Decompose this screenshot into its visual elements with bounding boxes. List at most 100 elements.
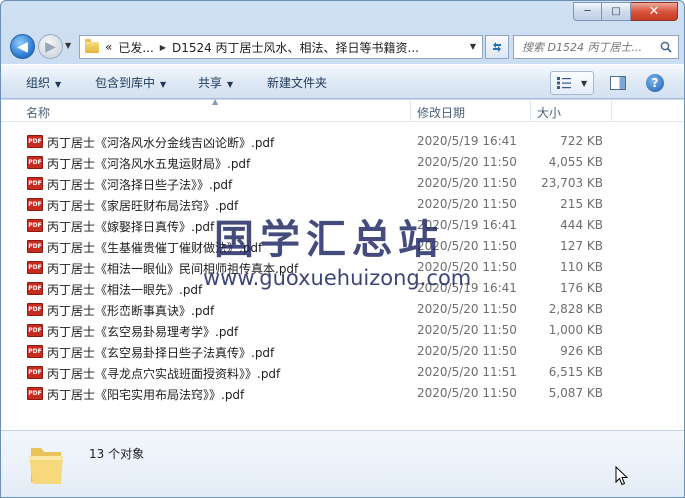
file-row[interactable]: PDF 丙丁居士《生基催贵催丁催财做法》.pdf 2020/5/20 11:50 12… xyxy=(1,236,684,257)
file-size: 5,087 KB xyxy=(548,386,603,400)
file-list-pane: ▲ 名称 修改日期 大小 PDF 丙丁居士《河洛风水分金线吉凶论断》.pdf 202… xyxy=(1,97,684,430)
organize-menu[interactable]: 组织 ▼ xyxy=(26,74,61,91)
file-size: 176 KB xyxy=(560,281,603,295)
address-bar[interactable]: « 已发... ▶ D1524 丙丁居士风水、相法、择日等书籍资... ▼ xyxy=(79,35,483,59)
file-date: 2020/5/20 11:50 xyxy=(417,197,517,211)
caret-down-icon[interactable]: ▼ xyxy=(581,79,587,88)
breadcrumb-current[interactable]: D1524 丙丁居士风水、相法、择日等书籍资... xyxy=(172,39,419,56)
file-row[interactable]: PDF 丙丁居士《玄空易卦择日些子法真传》.pdf 2020/5/20 11:50 9… xyxy=(1,341,684,362)
file-size: 722 KB xyxy=(560,134,603,148)
chevron-right-icon[interactable]: ▶ xyxy=(160,43,166,52)
recent-pages-dropdown[interactable]: ▼ xyxy=(65,41,71,50)
file-name: 丙丁居士《玄空易卦择日些子法真传》.pdf xyxy=(47,346,275,360)
file-name: 丙丁居士《形峦断事真诀》.pdf xyxy=(47,304,215,318)
search-input[interactable] xyxy=(522,40,662,54)
pdf-file-icon: PDF xyxy=(27,345,43,358)
caret-down-icon: ▼ xyxy=(55,80,62,89)
organize-label: 组织 xyxy=(26,76,51,90)
file-row[interactable]: PDF 丙丁居士《河洛风水分金线吉凶论断》.pdf 2020/5/19 16:41 7… xyxy=(1,131,684,152)
folder-icon xyxy=(29,448,63,484)
file-row[interactable]: PDF 丙丁居士《河洛风水五鬼运财局》.pdf 2020/5/20 11:50 4,0… xyxy=(1,152,684,173)
file-size: 1,000 KB xyxy=(548,323,603,337)
refresh-button[interactable] xyxy=(485,35,509,59)
column-header: ▲ 名称 修改日期 大小 xyxy=(1,97,684,122)
file-date: 2020/5/19 16:41 xyxy=(417,281,517,295)
column-divider[interactable] xyxy=(410,100,411,122)
file-name: 丙丁居士《河洛择日些子法》》.pdf xyxy=(47,178,233,192)
file-size: 127 KB xyxy=(560,239,603,253)
explorer-window: ─ □ ✕ ◀ ▶ ▼ « 已发... ▶ D1524 丙丁居士风水、相法、择日… xyxy=(0,0,685,498)
file-row[interactable]: PDF 丙丁居士《相法一眼先》.pdf 2020/5/19 16:41 176 KB xyxy=(1,278,684,299)
file-size: 110 KB xyxy=(560,260,603,274)
search-icon[interactable] xyxy=(660,41,672,53)
mouse-cursor-icon xyxy=(615,466,629,486)
file-date: 2020/5/20 11:50 xyxy=(417,260,517,274)
column-divider[interactable] xyxy=(530,100,531,122)
forward-button[interactable]: ▶ xyxy=(38,34,63,59)
change-view-button[interactable]: ▼ xyxy=(550,71,594,95)
minimize-button[interactable]: ─ xyxy=(573,2,602,21)
include-library-label: 包含到库中 xyxy=(95,76,156,90)
pdf-file-icon: PDF xyxy=(27,219,43,232)
file-name: 丙丁居士《嫁娶择日真传》.pdf xyxy=(47,220,215,234)
pdf-file-icon: PDF xyxy=(27,387,43,400)
caret-down-icon: ▼ xyxy=(160,80,167,89)
share-menu[interactable]: 共享 ▼ xyxy=(198,74,233,91)
file-date: 2020/5/19 16:41 xyxy=(417,134,517,148)
file-name: 丙丁居士《相法一眼先》.pdf xyxy=(47,283,203,297)
file-size: 6,515 KB xyxy=(548,365,603,379)
file-name: 丙丁居士《相法一眼仙》民间相师祖传真本.pdf xyxy=(47,262,299,276)
file-date: 2020/5/19 16:41 xyxy=(417,218,517,232)
pdf-file-icon: PDF xyxy=(27,198,43,211)
file-date: 2020/5/20 11:50 xyxy=(417,323,517,337)
file-size: 23,703 KB xyxy=(541,176,603,190)
file-row[interactable]: PDF 丙丁居士《相法一眼仙》民间相师祖传真本.pdf 2020/5/20 11:5… xyxy=(1,257,684,278)
file-date: 2020/5/20 11:50 xyxy=(417,386,517,400)
include-in-library-menu[interactable]: 包含到库中 ▼ xyxy=(95,74,166,91)
details-view-icon xyxy=(557,77,571,89)
folder-icon xyxy=(85,38,99,53)
breadcrumb-parent[interactable]: 已发... xyxy=(118,39,153,56)
pdf-file-icon: PDF xyxy=(27,177,43,190)
help-icon[interactable]: ? xyxy=(646,74,664,92)
pdf-file-icon: PDF xyxy=(27,303,43,316)
file-row[interactable]: PDF 丙丁居士《形峦断事真诀》.pdf 2020/5/20 11:50 2,828 … xyxy=(1,299,684,320)
pdf-file-icon: PDF xyxy=(27,156,43,169)
file-date: 2020/5/20 11:50 xyxy=(417,176,517,190)
command-bar: 组织 ▼ 包含到库中 ▼ 共享 ▼ 新建文件夹 ▼ ? xyxy=(1,64,684,99)
preview-pane-icon[interactable] xyxy=(610,76,626,90)
search-box[interactable] xyxy=(513,35,679,59)
address-dropdown[interactable]: ▼ xyxy=(470,42,476,51)
file-rows: PDF 丙丁居士《河洛风水分金线吉凶论断》.pdf 2020/5/19 16:41 7… xyxy=(1,131,684,404)
file-row[interactable]: PDF 丙丁居士《阳宅实用布局法窍》》.pdf 2020/5/20 11:50 5,0… xyxy=(1,383,684,404)
new-folder-button[interactable]: 新建文件夹 xyxy=(267,74,327,91)
column-divider[interactable] xyxy=(611,100,612,122)
column-size-header[interactable]: 大小 xyxy=(537,104,561,121)
file-name: 丙丁居士《河洛风水五鬼运财局》.pdf xyxy=(47,157,251,171)
back-button[interactable]: ◀ xyxy=(10,34,35,59)
caption-buttons: ─ □ ✕ xyxy=(573,2,678,21)
file-size: 4,055 KB xyxy=(548,155,603,169)
file-row[interactable]: PDF 丙丁居士《家居旺财布局法窍》.pdf 2020/5/20 11:50 215 … xyxy=(1,194,684,215)
close-button[interactable]: ✕ xyxy=(631,2,678,21)
navigation-bar: ◀ ▶ ▼ « 已发... ▶ D1524 丙丁居士风水、相法、择日等书籍资..… xyxy=(1,31,684,61)
file-row[interactable]: PDF 丙丁居士《玄空易卦易理考学》.pdf 2020/5/20 11:50 1,00… xyxy=(1,320,684,341)
column-name-header[interactable]: 名称 xyxy=(26,104,50,121)
maximize-button[interactable]: □ xyxy=(602,2,631,21)
file-size: 215 KB xyxy=(560,197,603,211)
refresh-icon xyxy=(493,42,501,52)
file-name: 丙丁居士《河洛风水分金线吉凶论断》.pdf xyxy=(47,136,275,150)
file-date: 2020/5/20 11:50 xyxy=(417,155,517,169)
file-size: 444 KB xyxy=(560,218,603,232)
file-row[interactable]: PDF 丙丁居士《嫁娶择日真传》.pdf 2020/5/19 16:41 444 KB xyxy=(1,215,684,236)
file-size: 926 KB xyxy=(560,344,603,358)
column-date-header[interactable]: 修改日期 xyxy=(417,104,465,121)
details-pane: 13 个对象 xyxy=(1,430,684,497)
breadcrumb-overflow[interactable]: « xyxy=(105,40,112,54)
file-row[interactable]: PDF 丙丁居士《河洛择日些子法》》.pdf 2020/5/20 11:50 23,7… xyxy=(1,173,684,194)
file-date: 2020/5/20 11:50 xyxy=(417,302,517,316)
file-row[interactable]: PDF 丙丁居士《寻龙点穴实战班面授资料》》.pdf 2020/5/20 11:51… xyxy=(1,362,684,383)
pdf-file-icon: PDF xyxy=(27,366,43,379)
sort-ascending-icon: ▲ xyxy=(212,97,219,106)
file-date: 2020/5/20 11:50 xyxy=(417,344,517,358)
